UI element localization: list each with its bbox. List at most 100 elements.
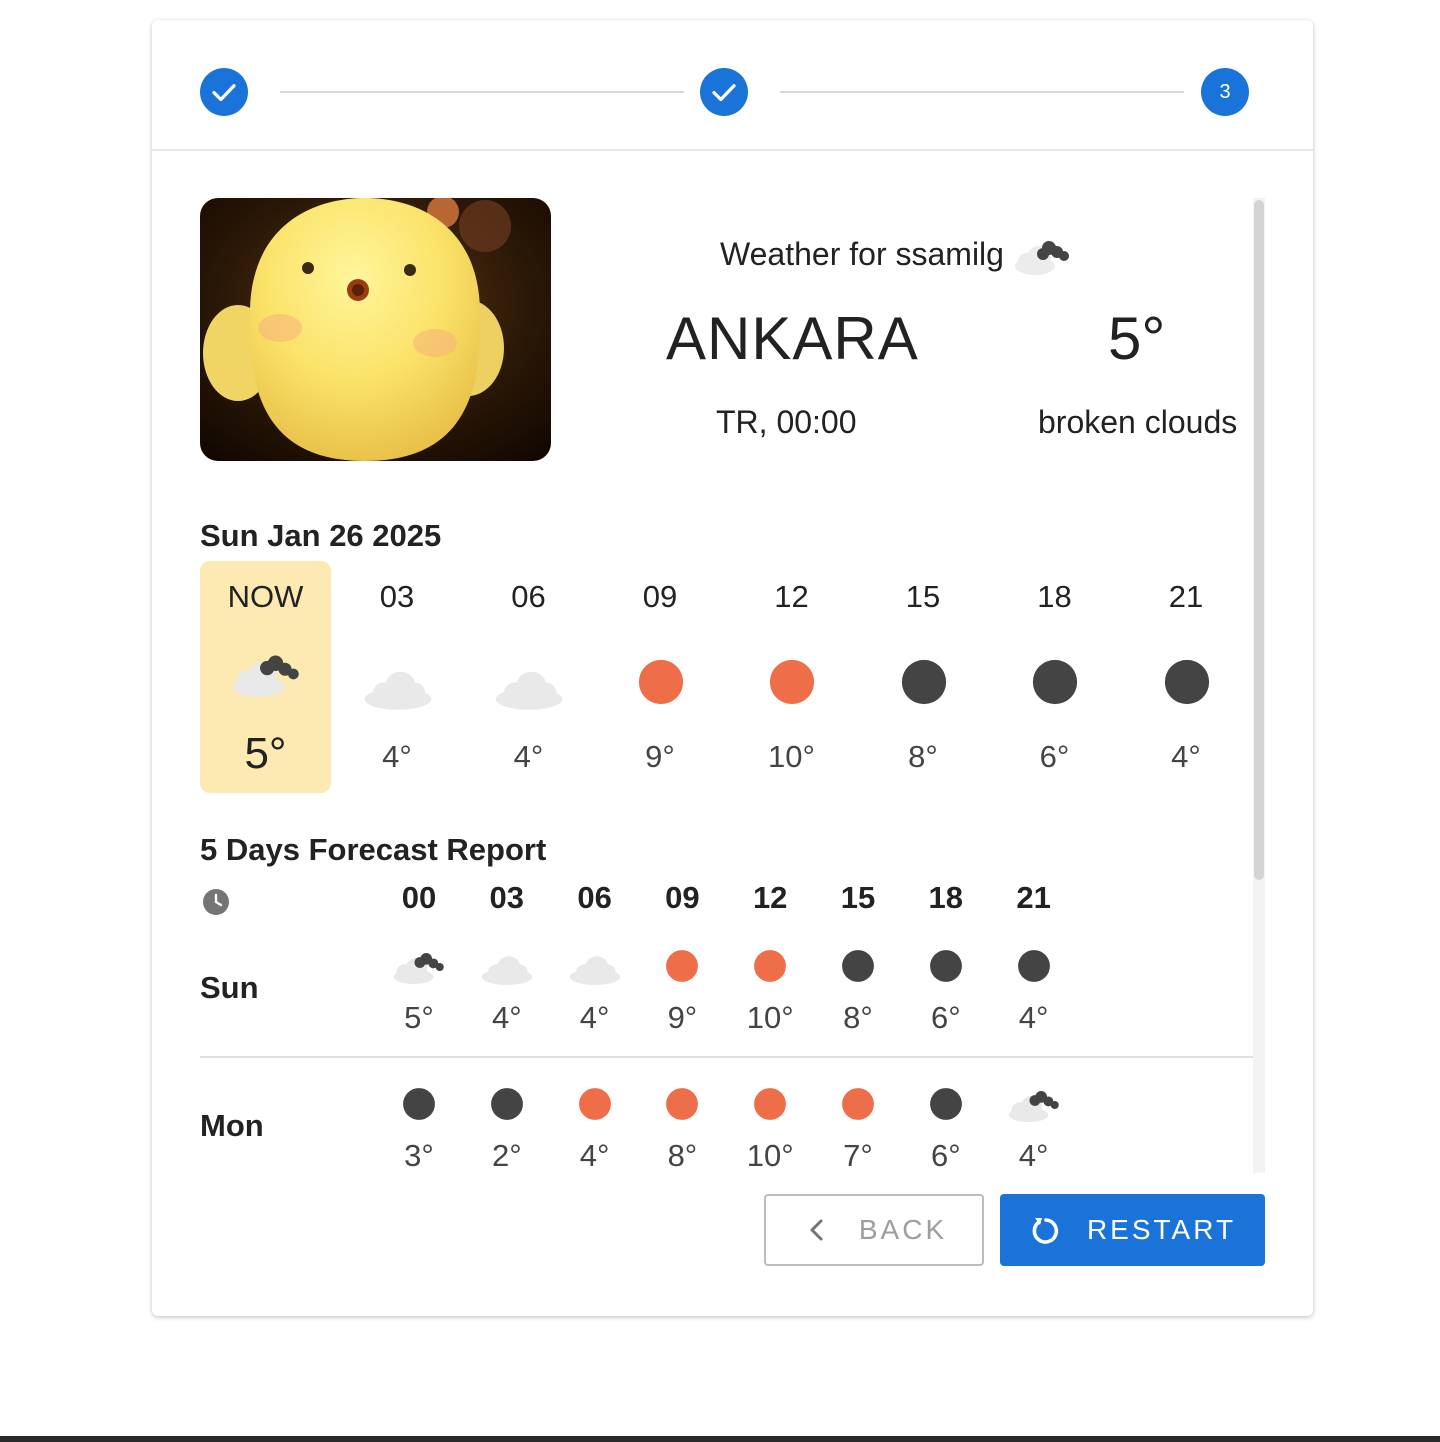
forecast-cell: 4° (560, 948, 630, 1048)
country-time: TR, 00:00 (716, 404, 857, 440)
hourly-item: 15 8° (858, 561, 989, 793)
stepper: 3 (152, 20, 1313, 150)
hour-temperature: 4° (513, 739, 544, 774)
forecast-temperature: 10° (746, 1000, 794, 1035)
restart-button[interactable]: RESTART (1000, 1194, 1265, 1266)
hour-temperature: 4° (382, 739, 412, 774)
cloud-icon (480, 948, 534, 985)
hour-label: 06 (511, 579, 546, 614)
hourly-item: 06 4° (463, 561, 594, 793)
forecast-cell: 8° (647, 1086, 717, 1173)
forecast-temperature: 4° (1018, 1138, 1049, 1173)
hourly-item: 09 9° (595, 561, 726, 793)
taskbar-edge (0, 1436, 1440, 1442)
weather-for-heading: Weather for ssamilg (720, 236, 1004, 272)
user-photo (200, 198, 551, 461)
hourly-item: NOW 5° (200, 561, 331, 793)
forecast-cell: 4° (560, 1086, 630, 1173)
broken-clouds-icon (392, 948, 446, 985)
forecast-cell: 5° (384, 948, 454, 1048)
forecast-cell: 2° (472, 1086, 542, 1173)
moon-icon (840, 948, 876, 984)
broken-clouds-icon (230, 649, 302, 701)
check-icon (212, 84, 236, 102)
hourly-item: 18 6° (989, 561, 1120, 793)
hourly-item: 21 4° (1121, 561, 1252, 793)
forecast-temperature: 4° (579, 1000, 610, 1035)
restart-icon (1029, 1214, 1061, 1246)
current-temperature: 5° (1108, 305, 1166, 372)
forecast-temperature: 6° (930, 1000, 961, 1035)
divider (152, 149, 1313, 151)
forecast-temperature: 4° (1018, 1000, 1049, 1035)
hourly-item: 03 4° (332, 561, 463, 793)
moon-icon (1029, 657, 1081, 709)
hour-temperature: 5° (244, 729, 287, 778)
forecast-hour-label: 18 (928, 880, 964, 915)
hour-temperature: 9° (645, 739, 675, 774)
forecast-hour-label: 00 (401, 880, 437, 915)
sun-icon (752, 1086, 788, 1122)
step-2-completed[interactable] (700, 68, 748, 116)
sun-icon (766, 657, 818, 709)
step-connector (280, 91, 684, 93)
forecast-temperature: 2° (491, 1138, 522, 1173)
check-icon (712, 84, 736, 102)
step-3-active[interactable]: 3 (1201, 68, 1249, 116)
forecast-hour-label: 12 (752, 880, 788, 915)
forecast-hour-label: 03 (489, 880, 525, 915)
cloud-icon (362, 661, 434, 713)
restart-label: RESTART (1086, 1214, 1237, 1245)
hour-temperature: 8° (908, 739, 938, 774)
forecast-cell: 8° (823, 948, 893, 1048)
back-label: BACK (858, 1214, 948, 1245)
forecast-temperature: 4° (491, 1000, 522, 1035)
sun-icon (635, 657, 687, 709)
today-date: Sun Jan 26 2025 (200, 518, 442, 553)
hour-label: 09 (642, 579, 678, 614)
moon-icon (1161, 657, 1213, 709)
step-number: 3 (1219, 80, 1231, 103)
step-connector (780, 91, 1184, 93)
sun-icon (664, 1086, 700, 1122)
cloud-icon (568, 948, 622, 985)
forecast-temperature: 10° (746, 1138, 794, 1173)
moon-icon (489, 1086, 525, 1122)
hour-temperature: 10° (768, 739, 815, 774)
forecast-cell: 4° (472, 948, 542, 1048)
hour-label: NOW (227, 579, 304, 614)
moon-icon (401, 1086, 437, 1122)
sun-icon (664, 948, 700, 984)
moon-icon (1016, 948, 1052, 984)
forecast-cell: 4° (999, 948, 1069, 1048)
step-1-completed[interactable] (200, 68, 248, 116)
moon-icon (928, 948, 964, 984)
forecast-cell: 10° (735, 948, 805, 1048)
forecast-hour-label: 15 (840, 880, 876, 915)
forecast-cell: 9° (647, 948, 717, 1048)
forecast-temperature: 4° (579, 1138, 610, 1173)
forecast-temperature: 3° (404, 1138, 434, 1173)
weather-scroll-area[interactable]: Weather for ssamilg ANKARA TR, 00:00 5° … (200, 198, 1265, 1173)
forecast-day-label: Sun (200, 970, 259, 1005)
hour-label: 21 (1168, 579, 1204, 614)
sun-icon (840, 1086, 876, 1122)
forecast-cell: 4° (999, 1086, 1069, 1173)
forecast-cell: 10° (735, 1086, 805, 1173)
moon-icon (928, 1086, 964, 1122)
hour-temperature: 6° (1039, 739, 1070, 774)
forecast-cell: 3° (384, 1086, 454, 1173)
forecast-cell: 7° (823, 1086, 893, 1173)
clock-icon (202, 888, 230, 916)
current-description: broken clouds (1038, 404, 1238, 440)
forecast-temperature: 8° (667, 1138, 698, 1173)
moon-icon (898, 657, 950, 709)
scrollbar-thumb[interactable] (1254, 200, 1264, 880)
stepper-card: 3 Weather for ssamilg ANKARA TR, 00:00 5… (152, 20, 1313, 1316)
broken-clouds-icon (1007, 1086, 1061, 1123)
city-name: ANKARA (666, 305, 919, 372)
hour-label: 12 (774, 579, 809, 614)
hourly-item: 12 10° (726, 561, 857, 793)
forecast-row-divider (200, 1056, 1253, 1058)
back-button[interactable]: BACK (764, 1194, 984, 1266)
